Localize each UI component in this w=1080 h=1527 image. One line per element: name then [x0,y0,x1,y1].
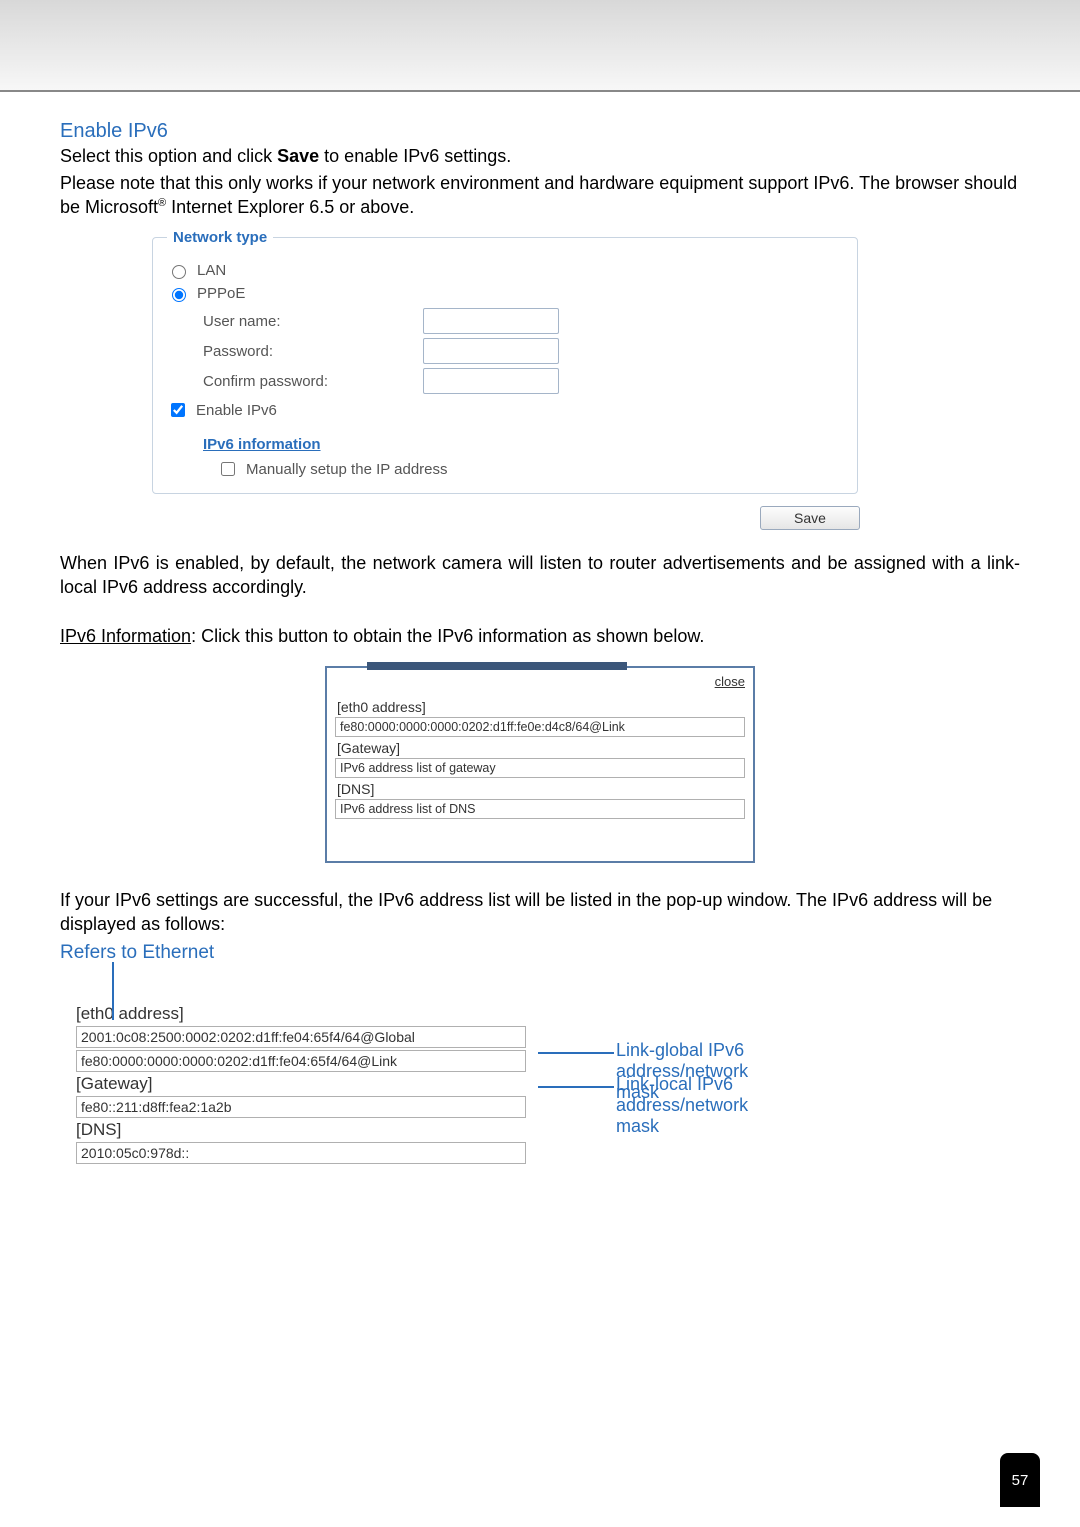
eth0-pre: [eth0 [76,1004,114,1023]
connector-link-global [538,1052,614,1054]
heading-enable-ipv6: Enable IPv6 [60,120,1020,143]
para-after-fieldset: When IPv6 is enabled, by default, the ne… [60,552,1020,599]
network-type-legend: Network type [167,229,273,246]
ipv6-info-underline: IPv6 Information [60,626,191,646]
connector-link-local [538,1086,614,1088]
password-label: Password: [203,343,413,360]
manual-ip-checkbox[interactable] [221,462,235,476]
enable-ipv6-label: Enable IPv6 [196,402,277,419]
intro1-post: to enable IPv6 settings. [319,146,511,166]
ipv6-information-link[interactable]: IPv6 information [203,436,321,453]
ipv6-info-rest: : Click this button to obtain the IPv6 i… [191,626,704,646]
popup-title-strip [367,662,627,670]
eth0-pointer-line [112,962,114,1020]
popup-dns-label: [DNS] [337,781,745,797]
save-button[interactable]: Save [760,506,860,530]
eth-dns-label: [DNS] [76,1120,546,1140]
eth0-post: address] [119,1004,184,1023]
password-input[interactable] [423,338,559,364]
network-type-fieldset: Network type LAN PPPoE User name: Passwo… [152,229,858,494]
eth-dns-value: 2010:05c0:978d:: [76,1142,526,1164]
intro1-pre: Select this option and click [60,146,277,166]
username-label: User name: [203,313,413,330]
username-input[interactable] [423,308,559,334]
eth-eth0-label: [eth0 address] [76,1004,546,1024]
eth-link-value: fe80:0000:0000:0000:0202:d1ff:fe04:65f4/… [76,1050,526,1072]
confirm-password-input[interactable] [423,368,559,394]
para-after-popup: If your IPv6 settings are successful, th… [60,889,1020,936]
popup-eth0-label: [eth0 address] [337,699,745,715]
intro2-post: Internet Explorer 6.5 or above. [166,197,414,217]
lan-label: LAN [197,262,226,279]
refers-to-ethernet: Refers to Ethernet [60,942,1020,964]
intro-paragraph-2: Please note that this only works if your… [60,172,1020,219]
confirm-password-label: Confirm password: [203,373,413,390]
ipv6-info-popup: close [eth0 address] fe80:0000:0000:0000… [325,666,755,863]
enable-ipv6-checkbox[interactable] [171,403,185,417]
annotation-link-local: Link-local IPv6 address/network mask [616,1074,748,1137]
popup-gateway-value: IPv6 address list of gateway [335,758,745,778]
manual-ip-label: Manually setup the IP address [246,461,448,478]
pppoe-label: PPPoE [197,285,245,302]
popup-dns-value: IPv6 address list of DNS [335,799,745,819]
popup-gateway-label: [Gateway] [337,740,745,756]
page-number: 57 [1000,1453,1040,1507]
lan-radio[interactable] [172,265,186,279]
popup-eth0-value: fe80:0000:0000:0000:0202:d1ff:fe0e:d4c8/… [335,717,745,737]
intro-paragraph-1: Select this option and click Save to ena… [60,145,1020,168]
eth-gateway-label: [Gateway] [76,1074,546,1094]
eth-gateway-value: fe80::211:d8ff:fea2:1a2b [76,1096,526,1118]
intro1-bold: Save [277,146,319,166]
pppoe-radio[interactable] [172,288,186,302]
registered-symbol: ® [158,197,166,209]
popup-close-link[interactable]: close [335,674,745,689]
eth-global-value: 2001:0c08:2500:0002:0202:d1ff:fe04:65f4/… [76,1026,526,1048]
